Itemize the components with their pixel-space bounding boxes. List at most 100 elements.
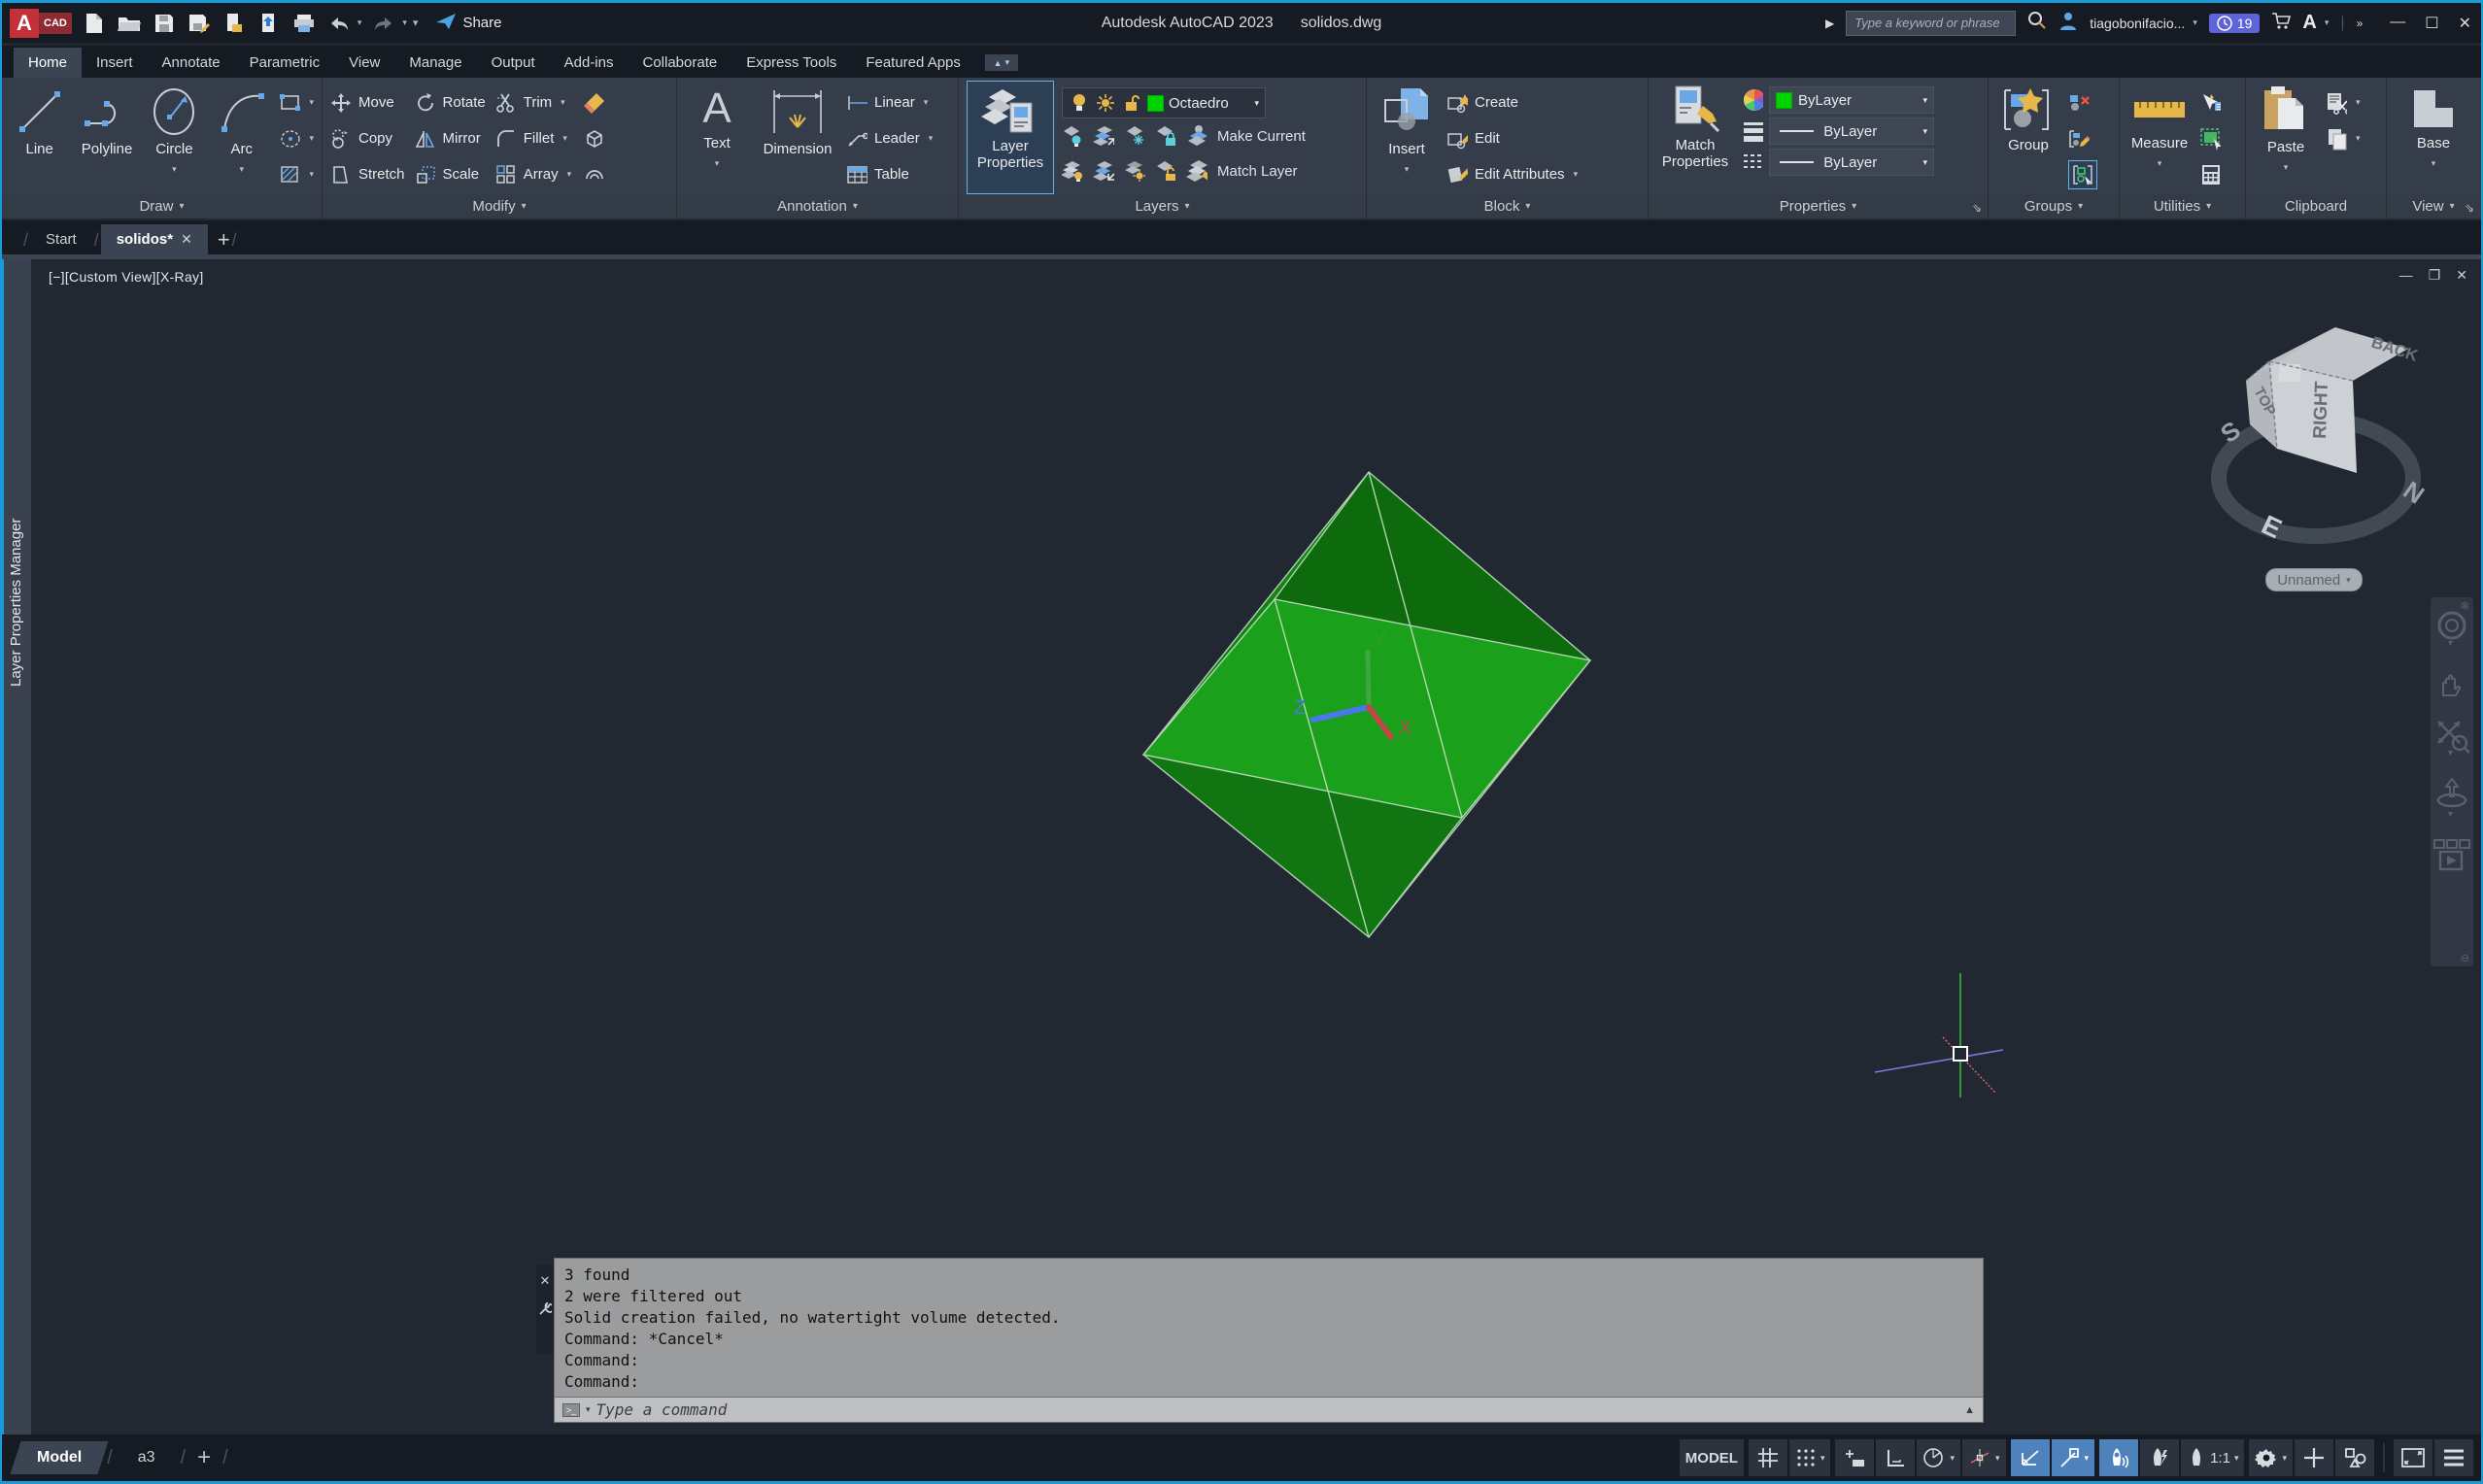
- copy-button[interactable]: Copy: [330, 120, 405, 156]
- navbar-minimize-icon[interactable]: ⊖: [2461, 952, 2469, 964]
- arc-button[interactable]: Arc ▾: [212, 81, 271, 194]
- table-button[interactable]: Table: [846, 156, 933, 192]
- navigation-bar[interactable]: ⊗ ▾ ▾ ▾ ⊖: [2431, 597, 2473, 966]
- undo-button[interactable]: [326, 11, 352, 36]
- mirror-button[interactable]: Mirror: [415, 120, 486, 156]
- lineweight-dropdown[interactable]: ByLayer ▾: [1769, 118, 1934, 145]
- layer-isolate-icon[interactable]: [1093, 125, 1114, 147]
- layer-dropdown-caret[interactable]: ▾: [1254, 98, 1259, 109]
- new-file-icon[interactable]: [82, 11, 107, 36]
- steering-wheel-icon[interactable]: ▾: [2435, 611, 2468, 653]
- quick-calc-icon[interactable]: [2199, 164, 2221, 186]
- tab-add-ins[interactable]: Add-ins: [550, 48, 629, 78]
- layer-properties-button[interactable]: Layer Properties: [967, 81, 1054, 194]
- linear-button[interactable]: Linear▾: [846, 84, 933, 120]
- array-dropdown[interactable]: ▾: [567, 169, 572, 180]
- explode-icon[interactable]: [583, 128, 604, 150]
- pan-hand-icon[interactable]: [2435, 668, 2468, 702]
- group-selection-icon[interactable]: [2068, 160, 2097, 189]
- stretch-button[interactable]: Stretch: [330, 156, 405, 192]
- layer-lock-icon[interactable]: [1155, 125, 1176, 147]
- isometric-dropdown[interactable]: ▾: [1995, 1453, 2000, 1464]
- command-close-icon[interactable]: ✕: [540, 1273, 551, 1289]
- rectangle-icon[interactable]: [279, 92, 300, 114]
- model-tab[interactable]: Model: [10, 1441, 108, 1474]
- edit-attributes-dropdown[interactable]: ▾: [1574, 169, 1579, 180]
- object-snap-tracking-button[interactable]: [2011, 1439, 2050, 1476]
- redo-dropdown[interactable]: ▾: [402, 17, 407, 28]
- qat-customize-dropdown[interactable]: ▾: [413, 17, 419, 29]
- tab-featured-apps[interactable]: Featured Apps: [851, 48, 975, 78]
- circle-dropdown[interactable]: ▾: [172, 160, 177, 178]
- orbit-icon[interactable]: ▾: [2434, 777, 2469, 823]
- array-button[interactable]: Array▾: [495, 156, 571, 192]
- hatch-dropdown[interactable]: ▾: [309, 169, 314, 180]
- crosshair-toggle-button[interactable]: [2295, 1439, 2333, 1476]
- make-current-button[interactable]: Make Current: [1217, 128, 1306, 145]
- viewcube-coordinate-system-dropdown[interactable]: Unnamed▾: [2265, 568, 2363, 591]
- cart-icon[interactable]: [2271, 11, 2291, 35]
- viewcube[interactable]: S E N BACK RIGHT TOP Unnamed▾: [2190, 288, 2442, 580]
- close-button[interactable]: ✕: [2459, 14, 2471, 33]
- block-edit-button[interactable]: Edit: [1446, 120, 1578, 156]
- minimize-button[interactable]: —: [2390, 14, 2405, 33]
- insert-button[interactable]: Insert ▾: [1375, 81, 1439, 194]
- showmotion-icon[interactable]: [2432, 838, 2471, 880]
- layout-tab-a3[interactable]: a3: [117, 1441, 177, 1474]
- object-color-dropdown[interactable]: ByLayer ▾: [1769, 86, 1934, 114]
- block-create-button[interactable]: Create: [1446, 84, 1578, 120]
- customization-menu-button[interactable]: [2434, 1439, 2473, 1476]
- text-button[interactable]: A Text ▾: [685, 81, 749, 194]
- panel-label-properties[interactable]: Properties▾: [1649, 194, 1988, 219]
- tab-annotate[interactable]: Annotate: [148, 48, 235, 78]
- plot-icon[interactable]: [291, 11, 317, 36]
- tab-insert[interactable]: Insert: [82, 48, 148, 78]
- ellipse-dropdown[interactable]: ▾: [309, 133, 314, 144]
- save-to-web-icon[interactable]: [256, 11, 282, 36]
- grid-display-button[interactable]: [1749, 1439, 1787, 1476]
- panel-label-annotation[interactable]: Annotation▾: [677, 194, 958, 219]
- layer-on-button-icon[interactable]: [1062, 160, 1083, 182]
- panel-label-draw[interactable]: Draw▾: [2, 194, 322, 219]
- move-button[interactable]: Move: [330, 84, 405, 120]
- autodesk-apps-icon[interactable]: A: [2302, 12, 2316, 34]
- text-dropdown[interactable]: ▾: [715, 154, 720, 172]
- erase-icon[interactable]: [583, 92, 604, 114]
- file-tab-close-icon[interactable]: ✕: [181, 231, 192, 248]
- share-button[interactable]: Share: [435, 13, 501, 34]
- tab-parametric[interactable]: Parametric: [235, 48, 335, 78]
- command-window[interactable]: ✕ 3 found 2 were filtered out Solid crea…: [554, 1258, 1984, 1423]
- autocad-logo[interactable]: A CAD: [10, 9, 72, 38]
- save-as-icon[interactable]: [187, 11, 212, 36]
- search-icon[interactable]: [2027, 11, 2047, 35]
- ortho-mode-button[interactable]: [1876, 1439, 1915, 1476]
- snap-dropdown[interactable]: ▾: [1820, 1453, 1825, 1464]
- leader-button[interactable]: Leader▾: [846, 120, 933, 156]
- line-button[interactable]: Line: [10, 81, 69, 194]
- leader-dropdown[interactable]: ▾: [929, 133, 934, 144]
- username[interactable]: tiagobonifacio...: [2090, 16, 2185, 31]
- group-edit-icon[interactable]: [2068, 128, 2090, 150]
- measure-dropdown[interactable]: ▾: [2158, 154, 2162, 172]
- notification-badge[interactable]: 19: [2209, 14, 2261, 33]
- new-layout-button[interactable]: +: [197, 1444, 211, 1471]
- layer-unisolate-icon[interactable]: [1093, 160, 1114, 182]
- panel-label-modify[interactable]: Modify▾: [323, 194, 676, 219]
- panel-label-layers[interactable]: Layers▾: [959, 194, 1366, 219]
- trim-button[interactable]: Trim▾: [495, 84, 571, 120]
- annotation-scale-button[interactable]: 1:1▾: [2181, 1439, 2244, 1476]
- save-icon[interactable]: [152, 11, 177, 36]
- base-button[interactable]: Base ▾: [2401, 81, 2466, 194]
- quick-select-icon[interactable]: [2199, 92, 2221, 114]
- layer-freeze-icon[interactable]: [1124, 125, 1145, 147]
- open-from-web-icon[interactable]: [221, 11, 247, 36]
- fillet-dropdown[interactable]: ▾: [562, 133, 567, 144]
- panel-label-utilities[interactable]: Utilities▾: [2120, 194, 2245, 219]
- tab-express-tools[interactable]: Express Tools: [731, 48, 851, 78]
- hatch-icon[interactable]: [279, 164, 300, 186]
- polar-dropdown[interactable]: ▾: [1950, 1453, 1955, 1464]
- offset-icon[interactable]: [583, 164, 604, 186]
- trim-dropdown[interactable]: ▾: [561, 97, 565, 108]
- properties-dialog-launcher[interactable]: ⇘: [1972, 201, 1982, 215]
- search-input[interactable]: [1846, 11, 2016, 36]
